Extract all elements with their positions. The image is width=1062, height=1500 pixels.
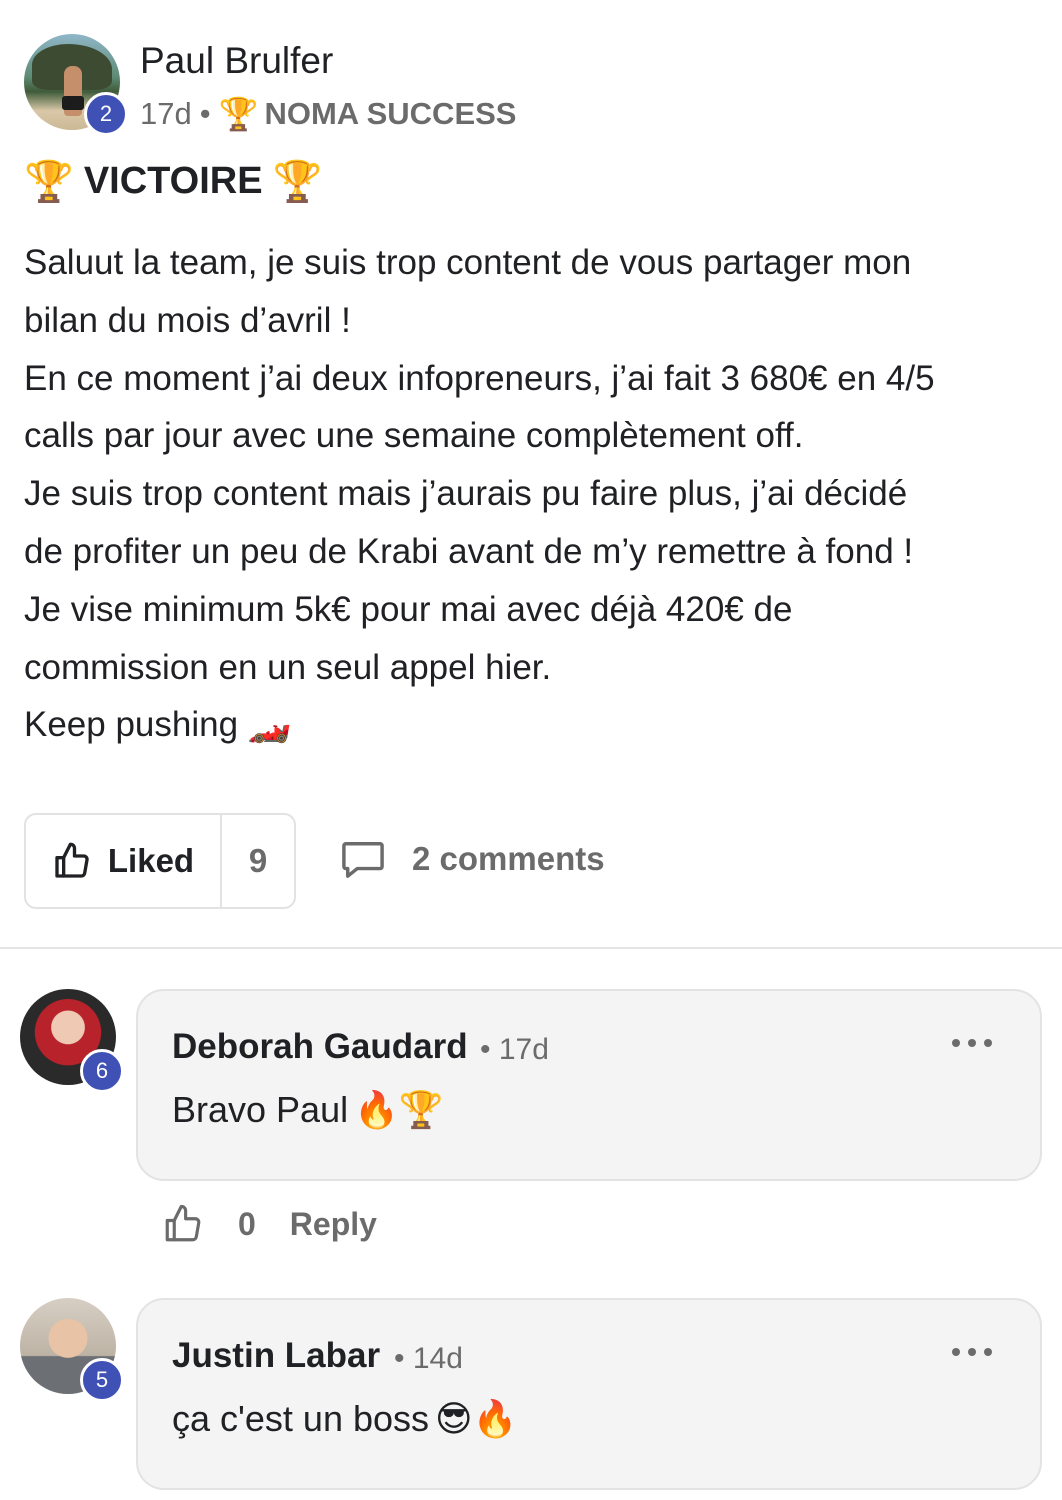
post-title: 🏆 VICTOIRE 🏆 (24, 160, 322, 203)
comment-text: ça c'est un boss (172, 1398, 430, 1439)
trophy-icon: 🏆 (24, 159, 74, 204)
post-age: 17d (140, 96, 192, 131)
comment-age: 17d (498, 1033, 549, 1066)
comment-text: Bravo Paul (172, 1089, 349, 1130)
more-options-icon[interactable] (952, 1031, 992, 1055)
thumbs-up-icon[interactable] (162, 1203, 204, 1245)
comment-bubble-icon (342, 842, 384, 878)
post-header: 2 Paul Brulfer 17d • 🏆 NOMA SUCCESS (24, 34, 1024, 136)
avatar-shorts-shape (62, 96, 84, 110)
trophy-icon: 🏆 (218, 96, 259, 132)
commenter-name[interactable]: Deborah Gaudard (172, 1027, 468, 1067)
post-body-line: bilan du mois d’avril ! (24, 300, 351, 340)
like-label: Liked (107, 842, 195, 879)
post-body-line: En ce moment j’ai deux infopreneurs, j’a… (24, 358, 935, 398)
post-title-text: VICTOIRE (83, 160, 263, 202)
comment-like-count: 0 (238, 1205, 256, 1242)
comment-age: 14d (412, 1342, 463, 1375)
comment-text-row: Bravo Paul 🔥🏆 (172, 1089, 444, 1131)
comment-actions: 0 Reply (162, 1203, 377, 1245)
commenter-name[interactable]: Justin Labar (172, 1336, 380, 1376)
post-body: Saluut la team, je suis trop content de … (24, 234, 1034, 754)
comment-bubble: Deborah Gaudard • 17d Bravo Paul 🔥🏆 (136, 989, 1042, 1181)
meta-separator: • (394, 1342, 405, 1375)
post-body-line: Je suis trop content mais j’aurais pu fa… (24, 474, 908, 514)
author-level-badge: 2 (84, 92, 128, 136)
like-group: Liked 9 (24, 813, 296, 909)
post-body-line: Je vise minimum 5k€ pour mai avec déjà 4… (24, 589, 793, 629)
post-body-line: commission en un seul appel hier. (24, 647, 552, 687)
post-body-line: de profiter un peu de Krabi avant de m’y… (24, 531, 914, 571)
comment-meta: • 17d (480, 1033, 549, 1067)
trophy-icon: 🏆 (272, 159, 323, 204)
comment-text-row: ça c'est un boss 😎🔥 (172, 1398, 517, 1440)
like-count[interactable]: 9 (222, 815, 294, 907)
fire-trophy-emoji-icon: 🔥🏆 (354, 1089, 444, 1130)
like-button[interactable]: Liked (26, 815, 222, 907)
author-name[interactable]: Paul Brulfer (140, 40, 333, 82)
comments-count-label: 2 comments (412, 840, 605, 877)
comment-bubble: Justin Labar • 14d ça c'est un boss 😎🔥 (136, 1298, 1042, 1490)
post-category[interactable]: NOMA SUCCESS (264, 96, 516, 132)
commenter-level-badge: 5 (80, 1358, 124, 1402)
comments-link[interactable]: 2 comments (340, 838, 605, 880)
meta-separator: • (199, 96, 211, 131)
divider (0, 947, 1062, 949)
comment-meta: • 14d (394, 1342, 463, 1376)
post-body-line: Saluut la team, je suis trop content de … (24, 243, 912, 282)
thumbs-up-icon (55, 842, 89, 878)
post-body-line: Keep pushing 🏎️ (24, 705, 292, 745)
reply-button[interactable]: Reply (290, 1206, 377, 1243)
more-options-icon[interactable] (952, 1340, 992, 1364)
meta-separator: • (480, 1033, 491, 1066)
post-body-line: calls par jour avec une semaine complète… (24, 416, 804, 456)
post-meta: 17d • 🏆 NOMA SUCCESS (140, 96, 516, 132)
commenter-level-badge: 6 (80, 1049, 124, 1093)
sunglasses-fire-emoji-icon: 😎🔥 (435, 1398, 518, 1439)
